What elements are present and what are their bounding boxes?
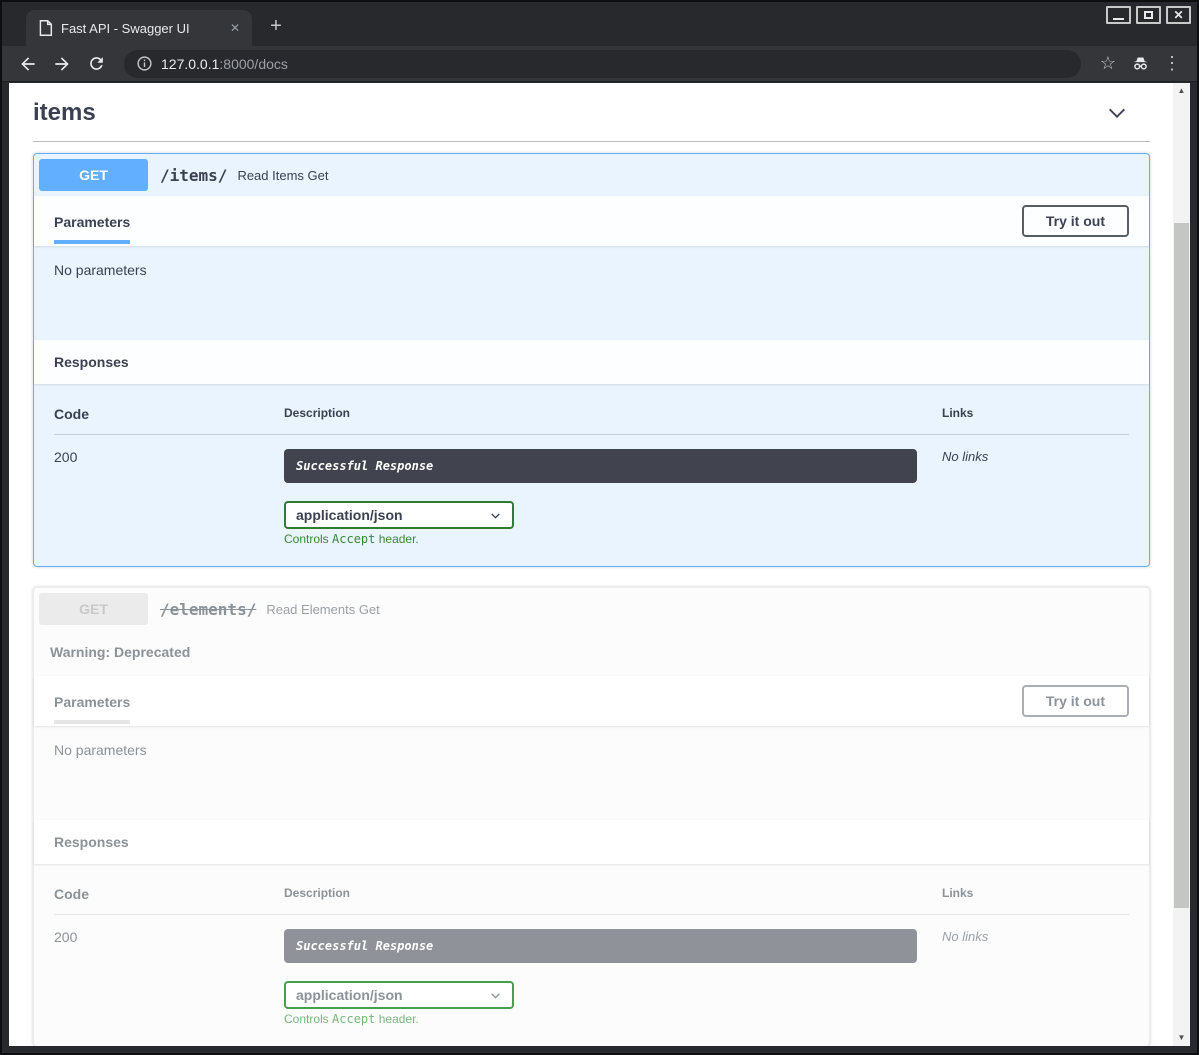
accept-note-suffix: header. bbox=[375, 532, 418, 546]
maximize-icon bbox=[1144, 11, 1153, 19]
media-type-wrap: application/json Controls Accept header. bbox=[284, 981, 942, 1026]
responses-title: Responses bbox=[54, 354, 129, 370]
response-links: No links bbox=[942, 915, 1129, 1026]
site-info-icon[interactable] bbox=[136, 55, 153, 72]
operation-description: Read Items Get bbox=[237, 168, 328, 183]
deprecated-warning: Warning: Deprecated bbox=[34, 630, 1149, 676]
tab-close-icon[interactable]: ✕ bbox=[226, 19, 244, 37]
operation-path: /elements/ bbox=[148, 600, 266, 619]
opblock-get-items: GET /items/ Read Items Get Parameters Tr… bbox=[33, 153, 1150, 567]
scrollbar[interactable]: ▲ ▼ bbox=[1173, 83, 1190, 1046]
responses-header: Responses bbox=[34, 820, 1149, 864]
response-row-200: 200 Successful Response application/json bbox=[54, 915, 1129, 1026]
browser-window: Fast API - Swagger UI ✕ + ✕ bbox=[0, 0, 1199, 1055]
responses-title: Responses bbox=[54, 834, 129, 850]
media-type-value: application/json bbox=[296, 507, 403, 523]
accept-note-code: Accept bbox=[332, 532, 375, 546]
minimize-button[interactable] bbox=[1106, 6, 1131, 24]
page-viewport: ▲ ▼ items GET /items/ Read Items Get bbox=[9, 83, 1190, 1046]
scroll-up-icon[interactable]: ▲ bbox=[1173, 83, 1190, 99]
url-text: 127.0.0.1:8000/docs bbox=[161, 56, 288, 72]
response-row-200: 200 Successful Response application/json bbox=[54, 435, 1129, 546]
operation-summary[interactable]: GET /elements/ Read Elements Get bbox=[34, 588, 1149, 630]
method-badge: GET bbox=[39, 593, 148, 625]
code-column-header: Code bbox=[54, 406, 284, 434]
browser-toolbar: 127.0.0.1:8000/docs ☆ ⋮ bbox=[2, 46, 1197, 82]
response-code: 200 bbox=[54, 435, 284, 546]
code-column-header: Code bbox=[54, 886, 284, 914]
parameters-tab: Parameters bbox=[54, 679, 130, 724]
select-chevron-icon bbox=[489, 509, 502, 522]
accept-note-suffix: header. bbox=[375, 1012, 418, 1026]
try-it-out-button[interactable]: Try it out bbox=[1022, 685, 1129, 717]
close-button[interactable]: ✕ bbox=[1166, 6, 1191, 24]
chevron-down-icon[interactable] bbox=[1106, 102, 1128, 124]
new-tab-button[interactable]: + bbox=[264, 15, 288, 39]
links-column-header: Links bbox=[942, 886, 1129, 914]
response-code: 200 bbox=[54, 915, 284, 1026]
address-bar[interactable]: 127.0.0.1:8000/docs bbox=[124, 50, 1081, 78]
response-description-text: Successful Response bbox=[296, 459, 433, 473]
select-chevron-icon bbox=[489, 989, 502, 1002]
parameters-header: Parameters Try it out bbox=[34, 196, 1149, 246]
media-type-value: application/json bbox=[296, 987, 403, 1003]
operation-summary[interactable]: GET /items/ Read Items Get bbox=[34, 154, 1149, 196]
forward-button[interactable] bbox=[48, 50, 76, 78]
response-links: No links bbox=[942, 435, 1129, 546]
titlebar: Fast API - Swagger UI ✕ + ✕ bbox=[2, 2, 1197, 46]
responses-table: Code Description Links 200 Successful Re… bbox=[34, 864, 1149, 1046]
links-column-header: Links bbox=[942, 406, 1129, 434]
browser-menu-icon[interactable]: ⋮ bbox=[1159, 51, 1185, 77]
bookmark-star-icon[interactable]: ☆ bbox=[1095, 51, 1121, 77]
page-icon bbox=[38, 20, 53, 36]
parameters-header: Parameters Try it out bbox=[34, 676, 1149, 726]
responses-table-head: Code Description Links bbox=[54, 886, 1129, 915]
url-host: 127.0.0.1 bbox=[161, 56, 219, 72]
try-it-out-button[interactable]: Try it out bbox=[1022, 205, 1129, 237]
responses-table: Code Description Links 200 Successful Re… bbox=[34, 384, 1149, 566]
back-button[interactable] bbox=[14, 50, 42, 78]
minimize-icon bbox=[1113, 18, 1124, 20]
reload-button[interactable] bbox=[82, 50, 110, 78]
browser-tab[interactable]: Fast API - Swagger UI ✕ bbox=[26, 10, 252, 46]
parameters-body: No parameters bbox=[34, 246, 1149, 340]
responses-table-head: Code Description Links bbox=[54, 406, 1129, 435]
parameters-tab: Parameters bbox=[54, 199, 130, 244]
tab-title: Fast API - Swagger UI bbox=[61, 21, 226, 36]
maximize-button[interactable] bbox=[1136, 6, 1161, 24]
incognito-icon bbox=[1127, 51, 1153, 77]
operation-path: /items/ bbox=[148, 166, 237, 185]
url-path: :8000/docs bbox=[219, 56, 288, 72]
accept-header-note: Controls Accept header. bbox=[284, 1012, 942, 1026]
accept-note-prefix: Controls bbox=[284, 1012, 332, 1026]
opblock-get-elements-deprecated: GET /elements/ Read Elements Get Warning… bbox=[33, 587, 1150, 1046]
tag-section-header[interactable]: items bbox=[33, 93, 1150, 142]
parameters-body: No parameters bbox=[34, 726, 1149, 820]
scroll-down-icon[interactable]: ▼ bbox=[1173, 1030, 1190, 1046]
accept-note-code: Accept bbox=[332, 1012, 375, 1026]
no-parameters-text: No parameters bbox=[54, 742, 147, 758]
no-parameters-text: No parameters bbox=[54, 262, 147, 278]
response-description-text: Successful Response bbox=[296, 939, 433, 953]
response-description-box: Successful Response bbox=[284, 449, 917, 483]
operation-description: Read Elements Get bbox=[266, 602, 379, 617]
media-type-wrap: application/json Controls Accept header. bbox=[284, 501, 942, 546]
description-column-header: Description bbox=[284, 406, 942, 434]
description-column-header: Description bbox=[284, 886, 942, 914]
tag-title: items bbox=[33, 99, 96, 127]
method-badge: GET bbox=[39, 159, 148, 191]
responses-header: Responses bbox=[34, 340, 1149, 384]
swagger-ui: items GET /items/ Read Items Get Paramet… bbox=[9, 83, 1190, 1046]
accept-note-prefix: Controls bbox=[284, 532, 332, 546]
media-type-select[interactable]: application/json bbox=[284, 981, 514, 1009]
window-controls: ✕ bbox=[1106, 6, 1191, 24]
response-description-box: Successful Response bbox=[284, 929, 917, 963]
media-type-select[interactable]: application/json bbox=[284, 501, 514, 529]
accept-header-note: Controls Accept header. bbox=[284, 532, 942, 546]
scrollbar-thumb[interactable] bbox=[1174, 223, 1189, 908]
